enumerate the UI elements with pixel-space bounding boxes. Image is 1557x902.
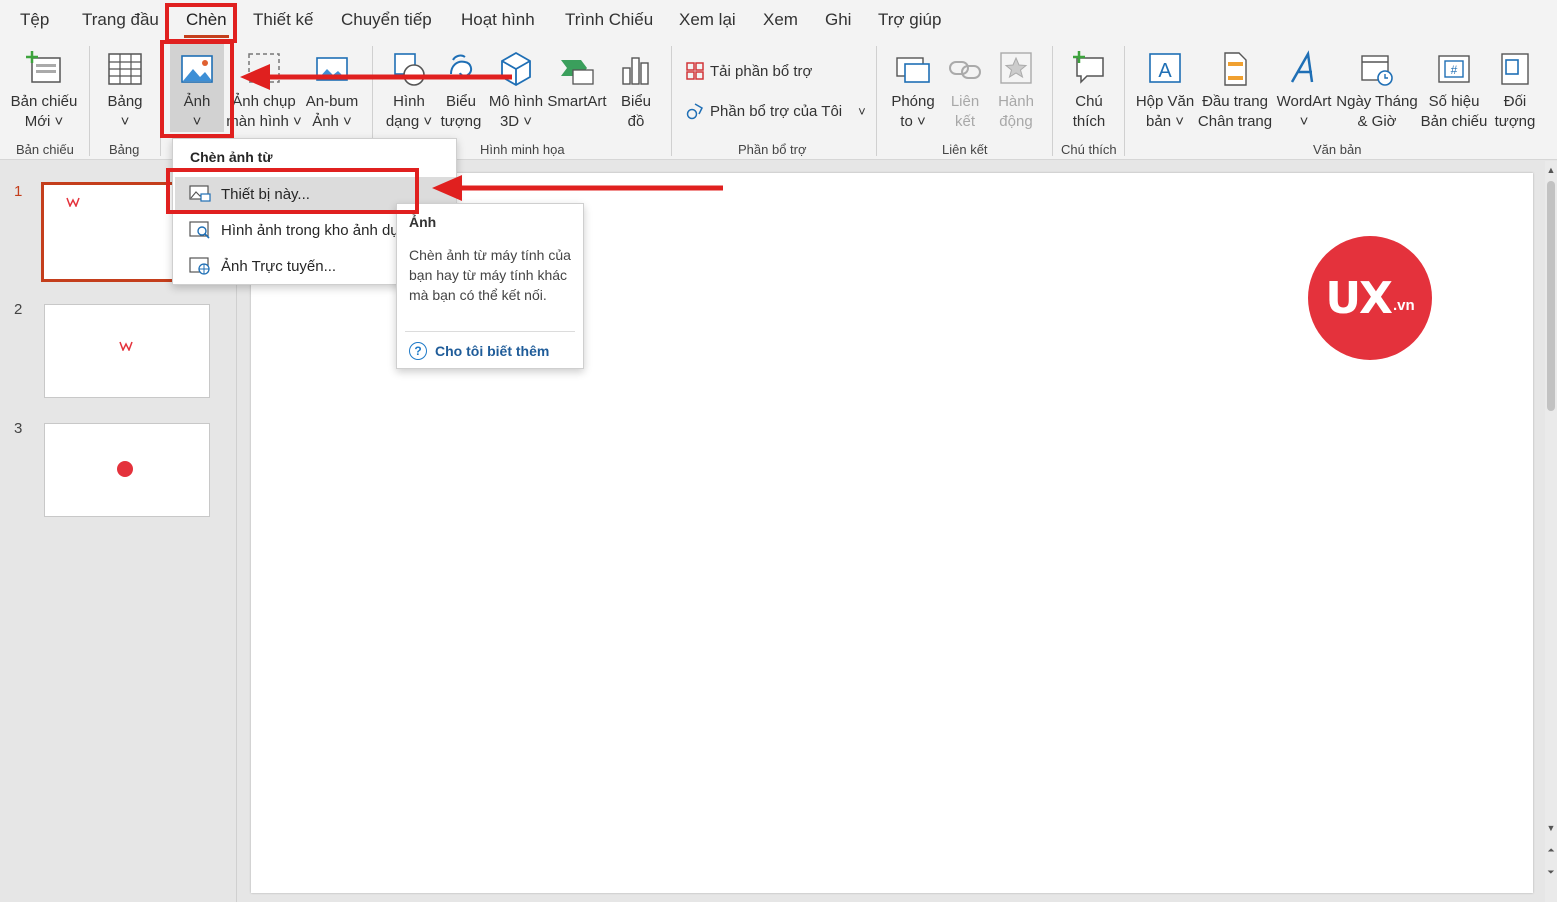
action-button[interactable]: Hành động	[992, 42, 1040, 132]
chart-button[interactable]: Biểu đồ	[612, 42, 660, 132]
slide-thumbnail-2[interactable]	[44, 304, 210, 398]
separator	[1052, 46, 1053, 156]
separator	[671, 46, 672, 156]
scrollbar-thumb[interactable]	[1547, 181, 1555, 411]
tab-home[interactable]: Trang đầu	[82, 10, 159, 30]
group-label-illustrations: Hình minh họa	[480, 142, 565, 157]
group-label-tables: Bảng	[109, 142, 140, 157]
textbox-button[interactable]: A Hộp Văn bản ˅	[1132, 42, 1198, 132]
shapes-icon	[394, 53, 425, 86]
comment-icon	[1073, 51, 1104, 84]
menu-header: Chèn ảnh từ	[190, 149, 273, 165]
wordart-icon	[1290, 50, 1314, 83]
link-icon	[949, 61, 981, 79]
pictures-tooltip: Ảnh Chèn ảnh từ máy tính của bạn hay từ …	[396, 203, 584, 369]
scroll-up-icon[interactable]: ▲	[1545, 165, 1557, 175]
header-footer-icon	[1224, 52, 1247, 86]
new-slide-button[interactable]: Bản chiếu Mới ˅	[6, 42, 82, 132]
chart-icon	[622, 57, 649, 85]
ux-logo[interactable]: UX .vn	[1308, 236, 1432, 360]
screenshot-button[interactable]: Ảnh chụp màn hình ˅	[226, 42, 302, 132]
next-slide-icon[interactable]: ⏷	[1545, 867, 1557, 878]
addins-icon	[686, 103, 703, 120]
screenshot-icon	[248, 53, 280, 83]
slide-thumbnail-3[interactable]	[44, 423, 210, 517]
zoom-icon	[896, 57, 930, 83]
object-icon	[1501, 53, 1529, 85]
comment-button[interactable]: Chú thích	[1062, 42, 1116, 132]
group-label-text: Văn bản	[1313, 142, 1362, 157]
group-label-links: Liên kết	[942, 142, 988, 157]
annotation-box-pictures	[160, 40, 234, 138]
textbox-icon: A	[1149, 53, 1181, 83]
tab-help[interactable]: Trợ giúp	[878, 10, 941, 30]
mini-logo-icon	[66, 197, 80, 207]
table-button[interactable]: Bảng ˅	[100, 42, 150, 132]
tab-record[interactable]: Ghi	[825, 10, 851, 30]
table-icon	[108, 53, 142, 85]
photo-album-button[interactable]: An-bum Ảnh ˅	[302, 42, 362, 132]
tell-me-more-link[interactable]: ? Cho tôi biết thêm	[409, 342, 549, 360]
group-label-slides: Bản chiếu	[16, 142, 74, 157]
tab-view[interactable]: Xem	[763, 10, 798, 30]
shapes-button[interactable]: Hình dạng ˅	[384, 42, 434, 132]
divider	[405, 331, 575, 332]
tab-review[interactable]: Xem lại	[679, 10, 736, 30]
svg-text:#: #	[1451, 63, 1458, 77]
chevron-down-icon[interactable]: ˅	[858, 104, 866, 119]
mini-ux-logo-icon	[117, 461, 133, 477]
slide-number-icon: #	[1438, 55, 1470, 83]
annotation-box-insert-tab	[165, 3, 237, 43]
link-button[interactable]: Liên kết	[942, 42, 988, 132]
photo-album-icon	[316, 57, 348, 81]
prev-slide-icon[interactable]: ⏶	[1545, 845, 1557, 856]
tab-transitions[interactable]: Chuyển tiếp	[341, 10, 432, 30]
online-pictures-icon	[189, 257, 210, 275]
separator	[1124, 46, 1125, 156]
slide-number-label: 2	[14, 301, 23, 318]
icons-icon	[450, 54, 473, 77]
my-addins-button[interactable]: Phần bổ trợ của Tôi ˅	[686, 102, 866, 120]
header-footer-button[interactable]: Đầu trang Chân trang	[1198, 42, 1272, 132]
3d-models-button[interactable]: Mô hình 3D ˅	[486, 42, 546, 132]
calendar-clock-icon	[1361, 55, 1393, 86]
smartart-button[interactable]: SmartArt	[546, 42, 608, 112]
group-label-addins: Phần bổ trợ	[738, 142, 807, 157]
separator	[89, 46, 90, 156]
new-slide-icon	[26, 51, 61, 83]
date-time-button[interactable]: Ngày Tháng & Giờ	[1336, 42, 1418, 132]
tab-design[interactable]: Thiết kế	[253, 10, 313, 30]
smartart-icon	[561, 60, 594, 85]
slide-number-label: 1	[14, 183, 23, 200]
help-icon: ?	[409, 342, 427, 360]
tooltip-title: Ảnh	[409, 214, 437, 230]
vertical-scrollbar[interactable]: ▲ ▼ ⏶ ⏷	[1545, 161, 1557, 902]
group-label-comments: Chú thích	[1061, 142, 1117, 157]
wordart-button[interactable]: WordArt ˅	[1274, 42, 1334, 132]
annotation-box-this-device	[166, 168, 419, 214]
slide-number-label: 3	[14, 420, 23, 437]
tooltip-description: Chèn ảnh từ máy tính của bạn hay từ máy …	[409, 247, 571, 303]
store-icon	[686, 62, 704, 80]
zoom-button[interactable]: Phóng to ˅	[886, 42, 940, 132]
slide-number-button[interactable]: # Số hiệu Bản chiếu	[1420, 42, 1488, 132]
scroll-down-icon[interactable]: ▼	[1545, 823, 1557, 833]
tab-slideshow[interactable]: Trình Chiếu	[565, 10, 653, 30]
stock-images-icon	[189, 221, 210, 239]
icons-button[interactable]: Biểu tượng	[438, 42, 484, 132]
mini-logo-icon	[119, 341, 133, 351]
separator	[876, 46, 877, 156]
get-addins-button[interactable]: Tải phần bổ trợ	[686, 62, 812, 80]
action-star-icon	[1000, 52, 1032, 84]
object-button[interactable]: Đối tượng	[1490, 42, 1540, 132]
tab-animations[interactable]: Hoạt hình	[461, 10, 535, 30]
tab-file[interactable]: Tệp	[20, 10, 49, 30]
cube-icon	[501, 51, 531, 87]
svg-text:A: A	[1158, 60, 1172, 82]
